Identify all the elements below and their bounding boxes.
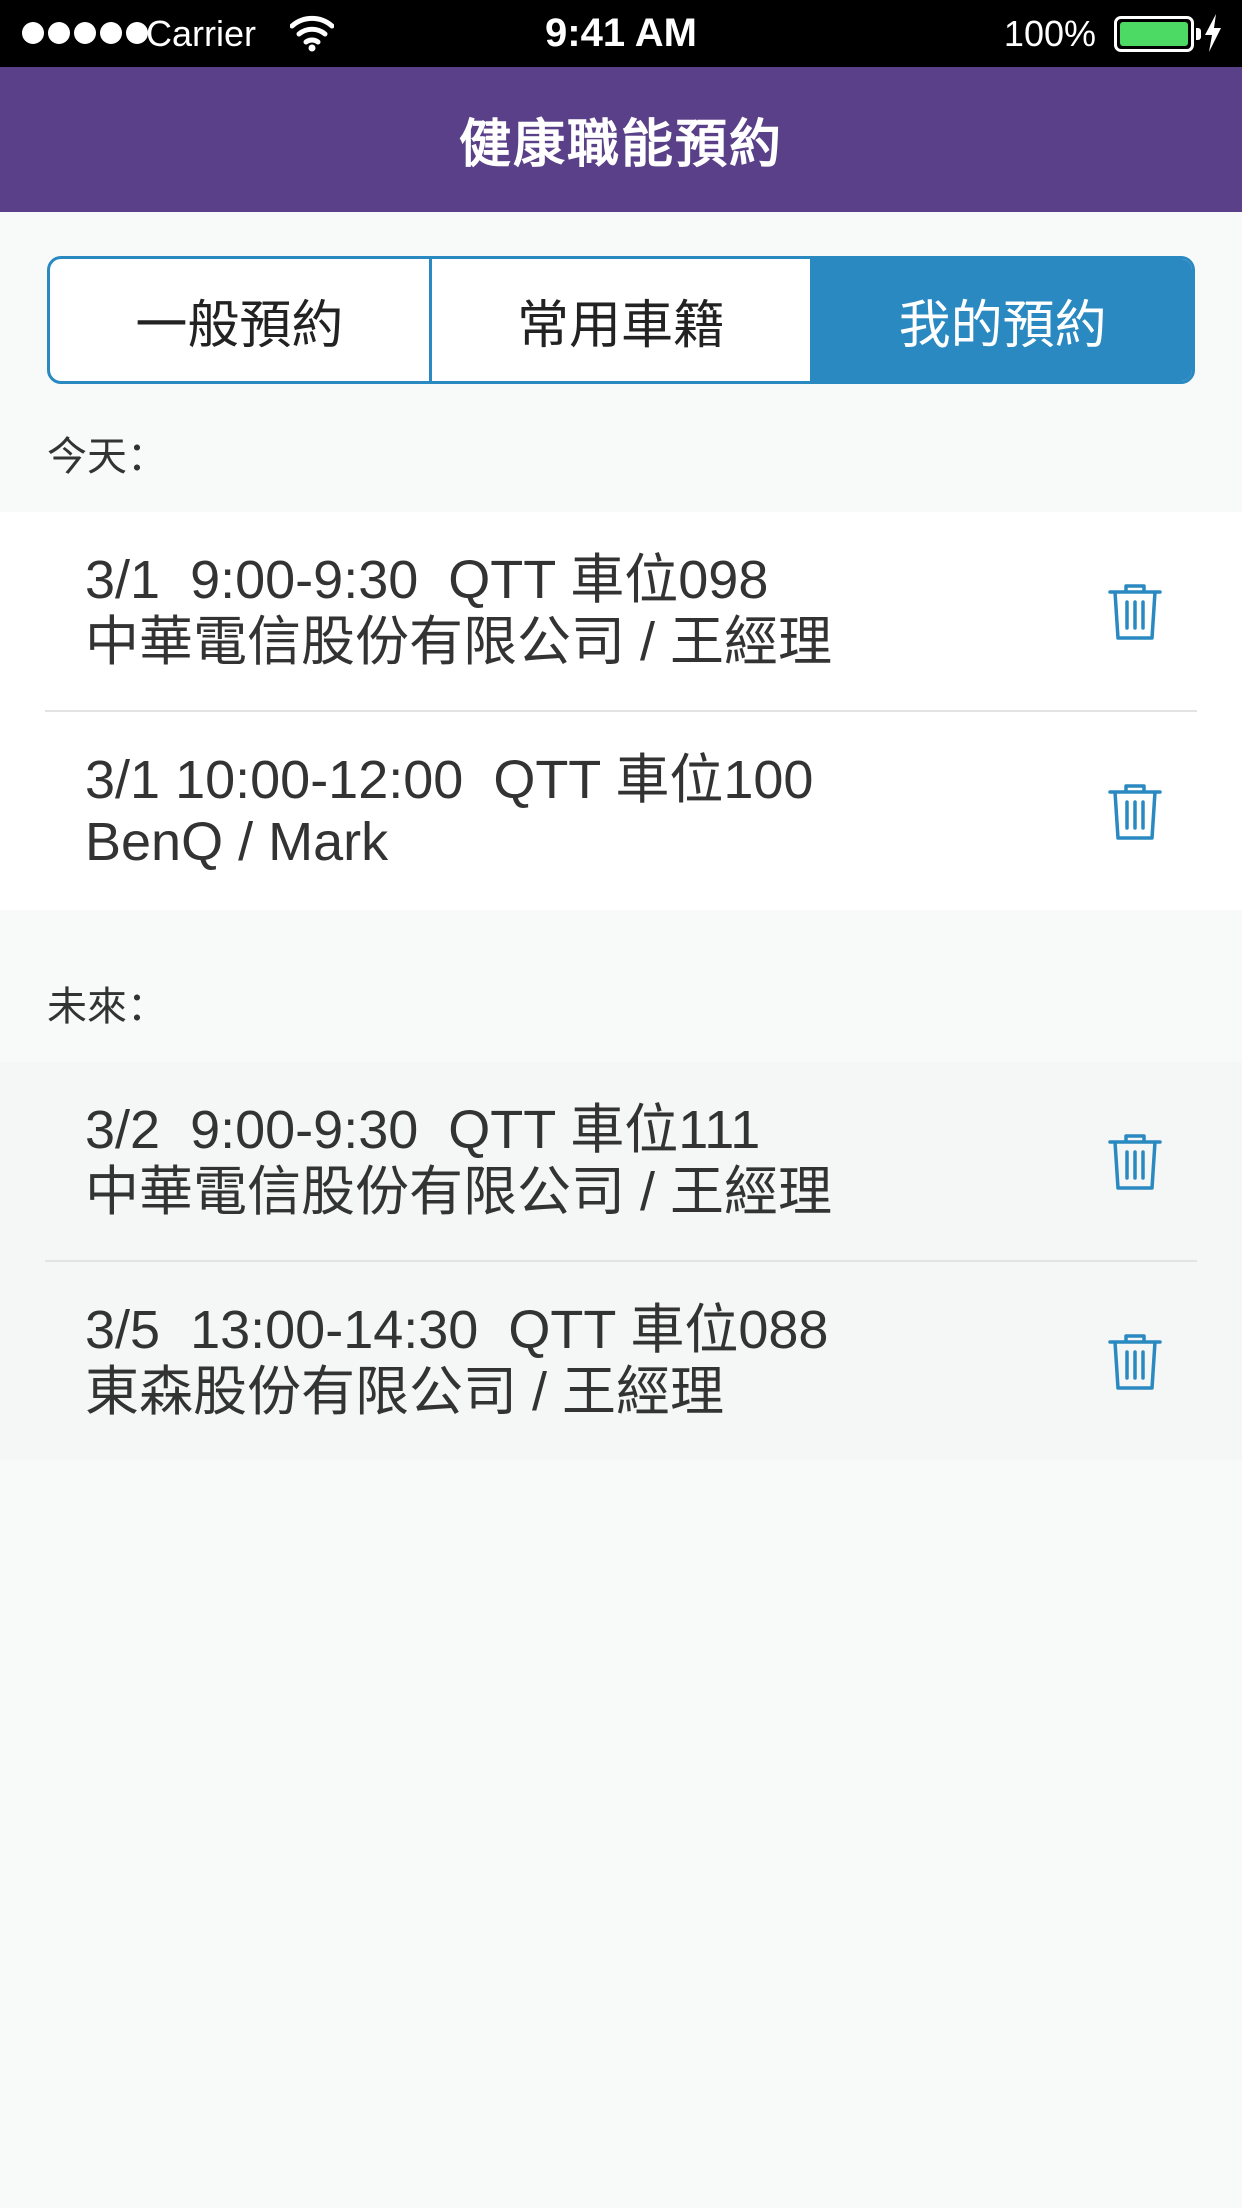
list-item[interactable]: 3/2 9:00-9:30 QTT 車位111 中華電信股份有限公司 / 王經理 [45,1062,1197,1260]
booking-company: 中華電信股份有限公司 / 王經理 [85,1162,833,1222]
booking-time-slot: 3/1 9:00-9:30 QTT 車位098 [85,550,769,610]
battery-tip [1196,28,1201,40]
booking-time-slot: 3/1 10:00-12:00 QTT 車位100 [85,750,814,810]
battery-percentage: 100% [1003,13,1096,54]
booking-time-slot: 3/5 13:00-14:30 QTT 車位088 [85,1300,829,1360]
trash-icon[interactable] [1107,583,1163,641]
booking-time-slot: 3/2 9:00-9:30 QTT 車位111 [85,1100,761,1160]
charging-bolt-icon [1205,14,1221,52]
list-item[interactable]: 3/1 10:00-12:00 QTT 車位100 BenQ / Mark [45,712,1197,910]
tab-general-booking[interactable]: 一般預約 [50,259,432,381]
trash-icon[interactable] [1107,783,1163,841]
booking-company: BenQ / Mark [85,812,389,872]
today-booking-list: 3/1 9:00-9:30 QTT 車位098 中華電信股份有限公司 / 王經理… [0,512,1242,910]
page-title: 健康職能預約 [458,116,783,174]
navigation-bar: 健康職能預約 [0,67,1242,212]
list-item[interactable]: 3/1 9:00-9:30 QTT 車位098 中華電信股份有限公司 / 王經理 [45,512,1197,710]
future-booking-list: 3/2 9:00-9:30 QTT 車位111 中華電信股份有限公司 / 王經理… [0,1062,1242,1460]
section-label-future: 未來： [47,985,167,1029]
segmented-control: 一般預約 常用車籍 我的預約 [47,256,1195,384]
list-item[interactable]: 3/5 13:00-14:30 QTT 車位088 東森股份有限公司 / 王經理 [45,1262,1197,1460]
tab-my-bookings[interactable]: 我的預約 [813,259,1192,381]
booking-company: 中華電信股份有限公司 / 王經理 [85,612,833,672]
battery-icon [1114,16,1194,52]
booking-company: 東森股份有限公司 / 王經理 [85,1362,725,1422]
tab-frequent-vehicles[interactable]: 常用車籍 [432,259,814,381]
status-bar: Carrier 9:41 AM 100% [0,0,1242,67]
trash-icon[interactable] [1107,1333,1163,1391]
trash-icon[interactable] [1107,1133,1163,1191]
section-label-today: 今天： [47,435,167,479]
